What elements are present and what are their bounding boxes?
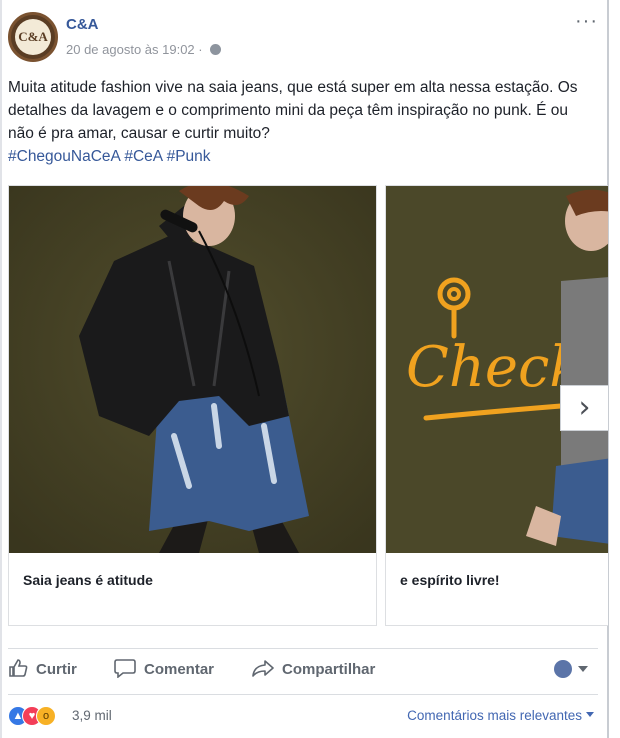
slide-caption[interactable]: Saia jeans é atitude bbox=[23, 572, 153, 588]
like-button[interactable]: Curtir bbox=[8, 658, 77, 682]
globe-icon bbox=[210, 44, 222, 55]
thumbs-up-icon bbox=[8, 658, 28, 682]
model-photo-illustration bbox=[9, 186, 376, 553]
comment-label: Comentar bbox=[144, 660, 215, 678]
avatar-logo: C&A bbox=[15, 19, 51, 55]
reaction-count[interactable]: 3,9 mil bbox=[72, 708, 112, 723]
audience-avatar-icon[interactable] bbox=[554, 660, 572, 678]
slide-caption[interactable]: e espírito livre! bbox=[400, 572, 500, 588]
card-edge bbox=[0, 0, 2, 738]
comment-icon bbox=[114, 658, 136, 682]
chevron-down-icon[interactable] bbox=[578, 666, 588, 672]
comment-button[interactable]: Comentar bbox=[114, 658, 214, 682]
chevron-down-icon bbox=[586, 712, 594, 717]
hashtag-link[interactable]: #Punk bbox=[167, 148, 211, 165]
share-label: Compartilhar bbox=[282, 660, 376, 678]
hashtag-link[interactable]: #CeA bbox=[124, 148, 162, 165]
slide-photo[interactable] bbox=[9, 186, 376, 553]
hashtag-link[interactable]: #ChegouNaCeA bbox=[8, 148, 120, 165]
slide-photo[interactable]: Check-in bbox=[386, 186, 608, 553]
hashtag-list: #ChegouNaCeA #CeA #Punk bbox=[8, 148, 211, 165]
page-avatar[interactable]: C&A bbox=[8, 12, 58, 62]
reactions-bar: ▲ ♥ o 3,9 mil Comentários mais relevante… bbox=[8, 702, 598, 732]
page-name-link[interactable]: C&A bbox=[66, 16, 99, 33]
post-timestamp[interactable]: 20 de agosto às 19:02 · bbox=[66, 42, 203, 57]
post-text: Muita atitude fashion vive na saia jeans… bbox=[8, 76, 598, 168]
carousel-next-button[interactable]: › bbox=[560, 385, 608, 431]
post-meta: 20 de agosto às 19:02 · bbox=[66, 42, 222, 57]
reaction-icons[interactable]: ▲ ♥ o bbox=[8, 706, 70, 726]
carousel-slide[interactable]: Saia jeans é atitude bbox=[8, 185, 377, 626]
divider bbox=[8, 694, 598, 695]
image-carousel: Saia jeans é atitude Check-in bbox=[8, 185, 608, 627]
wow-reaction-icon: o bbox=[36, 706, 56, 726]
divider bbox=[8, 648, 598, 649]
post-card: C&A C&A 20 de agosto às 19:02 · ··· Muit… bbox=[0, 0, 609, 738]
comment-sort-label: Comentários mais relevantes bbox=[407, 708, 582, 723]
comment-sort-dropdown[interactable]: Comentários mais relevantes bbox=[407, 708, 594, 723]
checkin-photo-illustration: Check-in bbox=[386, 186, 608, 553]
like-label: Curtir bbox=[36, 660, 77, 678]
post-actions: Curtir Comentar Compartilhar bbox=[8, 650, 598, 690]
share-button[interactable]: Compartilhar bbox=[252, 658, 375, 682]
share-icon bbox=[252, 658, 274, 682]
more-options-icon[interactable]: ··· bbox=[575, 11, 598, 31]
post-body: Muita atitude fashion vive na saia jeans… bbox=[8, 79, 578, 142]
post-header: C&A C&A 20 de agosto às 19:02 · ··· bbox=[8, 11, 598, 64]
